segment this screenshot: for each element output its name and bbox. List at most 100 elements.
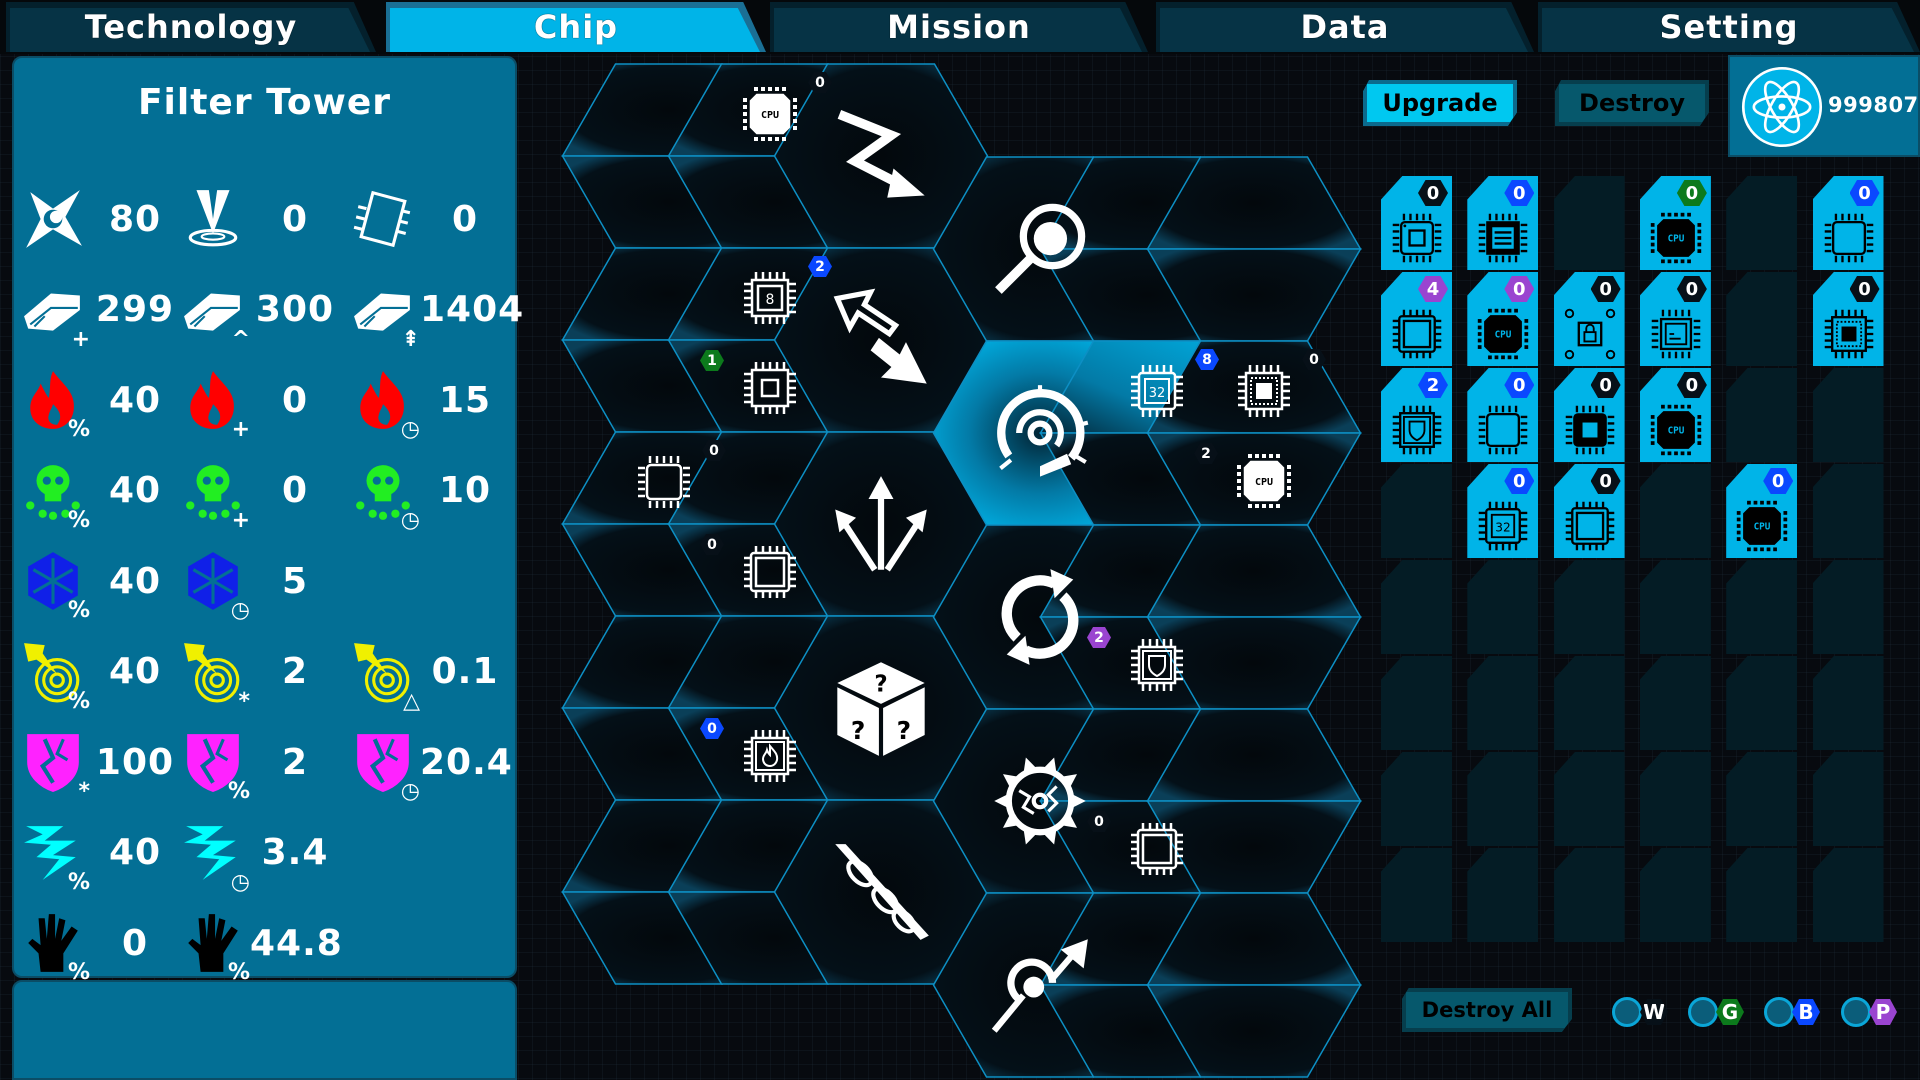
inventory-chip[interactable]: 0 CPU [1639, 176, 1711, 270]
poison-skull-icon: ◷ [352, 460, 420, 531]
stat-fire-3: ◷ 15 [352, 365, 510, 441]
inventory-empty-slot[interactable] [1467, 560, 1539, 654]
tab-setting[interactable]: Setting [1538, 2, 1920, 52]
stat-poison-skull-1: % 40 [22, 456, 180, 531]
inventory-chip[interactable]: 0 [1639, 272, 1711, 366]
inventory-empty-slot[interactable] [1553, 848, 1625, 942]
inventory-empty-slot[interactable] [1553, 752, 1625, 846]
inventory-empty-slot[interactable] [1726, 368, 1798, 462]
chip-level-badge: 0 [1763, 468, 1794, 494]
inventory-empty-slot[interactable] [1467, 848, 1539, 942]
inventory-empty-slot[interactable] [1639, 656, 1711, 750]
chip-level-badge: 0 [1590, 276, 1621, 302]
currency-amount: 999807 [1828, 93, 1919, 117]
inventory-chip[interactable]: 0 [1467, 176, 1539, 270]
inventory-empty-slot[interactable] [1381, 752, 1452, 846]
toggle-circle[interactable] [1612, 997, 1642, 1027]
tab-technology[interactable]: Technology [6, 2, 376, 52]
lightning-icon: ◷ [182, 822, 250, 893]
inventory-empty-slot[interactable] [1381, 656, 1452, 750]
inventory-chip[interactable]: 0 CPU [1467, 272, 1539, 366]
inventory-chip[interactable]: 0 32 [1467, 464, 1539, 558]
upgrade-button[interactable]: Upgrade [1363, 80, 1517, 126]
stat-value: 10 [438, 470, 492, 511]
filter-toggle-purple[interactable]: P [1841, 997, 1897, 1027]
stat-modifier: * [78, 779, 90, 804]
inventory-empty-slot[interactable] [1553, 560, 1625, 654]
inventory-empty-slot[interactable] [1726, 272, 1798, 366]
toggle-circle[interactable] [1764, 997, 1794, 1027]
stat-value: 0 [451, 198, 479, 240]
stat-radar-strike-3: △ 0.1 [352, 637, 510, 712]
inventory-chip[interactable]: 0 [1553, 272, 1625, 366]
stat-value: 1404 [420, 289, 525, 330]
tab-mission[interactable]: Mission [770, 2, 1148, 52]
inventory-empty-slot[interactable] [1467, 752, 1539, 846]
inventory-empty-slot[interactable] [1812, 752, 1884, 846]
stat-value: 2 [281, 741, 309, 783]
inventory-empty-slot[interactable] [1639, 752, 1711, 846]
inventory-empty-slot[interactable] [1812, 848, 1884, 942]
chip-level-badge: 2 [1418, 372, 1448, 398]
stat-poison-skull-2: +0 [182, 456, 340, 531]
destroy-button[interactable]: Destroy [1555, 80, 1709, 126]
chip-level-badge: 0 [1676, 180, 1707, 206]
inventory-chip[interactable]: 0 [1812, 272, 1884, 366]
stat-modifier: * [238, 688, 250, 714]
filter-toggle-white[interactable]: W [1612, 997, 1668, 1027]
stat-modifier: ◷ [400, 417, 420, 442]
stat-lightning-1: % 40 [22, 818, 180, 893]
stat-modifier: % [67, 507, 90, 533]
chip-level-badge: 0 [1504, 372, 1535, 398]
inventory-chip[interactable]: 2 [1381, 368, 1452, 462]
inventory-empty-slot[interactable] [1639, 848, 1711, 942]
broken-shield-icon: * [22, 731, 90, 803]
inventory-empty-slot[interactable] [1812, 464, 1884, 558]
inventory-empty-slot[interactable] [1726, 752, 1798, 846]
inventory-empty-slot[interactable] [1812, 368, 1884, 462]
inventory-empty-slot[interactable] [1381, 464, 1452, 558]
inventory-empty-slot[interactable] [1639, 560, 1711, 654]
inventory-chip[interactable]: 0 [1467, 368, 1539, 462]
shuriken-icon [22, 188, 84, 250]
inventory-empty-slot[interactable] [1381, 560, 1452, 654]
tab-chip[interactable]: Chip [386, 2, 766, 52]
chip-level-badge: 0 [1849, 180, 1880, 206]
stat-value: 20.4 [420, 741, 513, 783]
stat-chip-slot-3: 0 [352, 184, 510, 254]
inventory-chip[interactable]: 0 [1381, 176, 1452, 270]
chip-inventory: 0 0 0 CPU 0 4 0 CPU 0 0 0 2 0 0 0 CPU 0 32 0 0 CPU [1381, 176, 1907, 946]
stat-value: 40 [108, 379, 162, 421]
toggle-circle[interactable] [1841, 997, 1871, 1027]
inventory-chip[interactable]: 0 CPU [1726, 464, 1798, 558]
inventory-chip[interactable]: 0 CPU [1639, 368, 1711, 462]
inventory-empty-slot[interactable] [1726, 560, 1798, 654]
stat-value: 40 [108, 470, 162, 511]
stat-modifier: % [67, 598, 90, 623]
inventory-chip[interactable]: 0 [1553, 368, 1625, 462]
destroy-all-button[interactable]: Destroy All [1402, 988, 1572, 1032]
inventory-empty-slot[interactable] [1726, 176, 1798, 270]
inventory-empty-slot[interactable] [1467, 656, 1539, 750]
inventory-empty-slot[interactable] [1639, 464, 1711, 558]
snowflake-icon: ◷ [182, 550, 250, 622]
stat-value: 5 [281, 560, 309, 602]
chip-level-badge: 0 [1504, 180, 1535, 206]
inventory-empty-slot[interactable] [1726, 848, 1798, 942]
inventory-empty-slot[interactable] [1726, 656, 1798, 750]
filter-toggle-green[interactable]: G [1688, 997, 1744, 1027]
inventory-empty-slot[interactable] [1381, 848, 1452, 942]
inventory-chip[interactable]: 0 [1553, 464, 1625, 558]
inventory-empty-slot[interactable] [1812, 560, 1884, 654]
inventory-chip[interactable]: 0 [1812, 176, 1884, 270]
toggle-circle[interactable] [1688, 997, 1718, 1027]
filter-toggle-blue[interactable]: B [1764, 997, 1820, 1027]
inventory-chip[interactable]: 4 [1381, 272, 1452, 366]
stat-poison-skull-3: ◷ 10 [352, 456, 510, 531]
inventory-empty-slot[interactable] [1812, 656, 1884, 750]
inventory-empty-slot[interactable] [1553, 656, 1625, 750]
tab-data[interactable]: Data [1156, 2, 1534, 52]
stat-fire-2: +0 [182, 365, 340, 441]
stat-fire-1: % 40 [22, 365, 180, 441]
inventory-empty-slot[interactable] [1553, 176, 1625, 270]
